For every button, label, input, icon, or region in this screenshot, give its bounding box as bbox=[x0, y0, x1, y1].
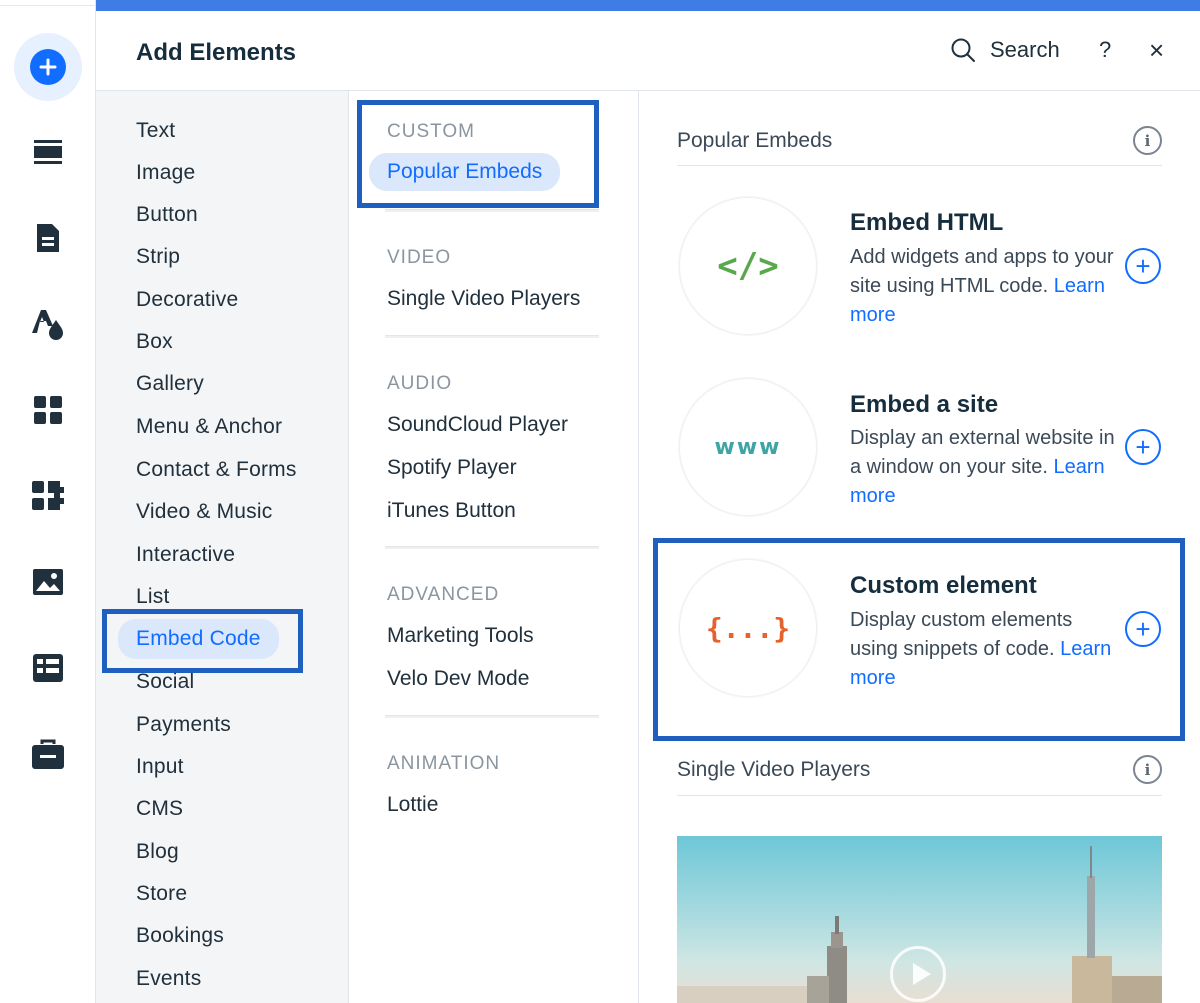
sub-itunes-button[interactable]: iTunes Button bbox=[387, 499, 516, 523]
sub-marketing-tools[interactable]: Marketing Tools bbox=[387, 624, 534, 648]
left-toolbar bbox=[0, 0, 96, 1003]
info-icon[interactable]: i bbox=[1133, 755, 1162, 784]
category-button[interactable]: Button bbox=[136, 203, 198, 227]
sub-soundcloud-player[interactable]: SoundCloud Player bbox=[387, 413, 568, 437]
info-icon[interactable]: i bbox=[1133, 126, 1162, 155]
category-input[interactable]: Input bbox=[136, 755, 184, 779]
search-label: Search bbox=[990, 37, 1060, 62]
design-icon bbox=[32, 310, 63, 340]
category-events[interactable]: Events bbox=[136, 967, 201, 991]
top-accent-bar bbox=[96, 0, 1200, 11]
media-icon bbox=[33, 569, 63, 595]
divider bbox=[385, 209, 599, 212]
sub-velo-dev-mode[interactable]: Velo Dev Mode bbox=[387, 667, 529, 691]
category-blog[interactable]: Blog bbox=[136, 840, 179, 864]
category-social[interactable]: Social bbox=[136, 670, 194, 694]
add-elements-icon bbox=[30, 49, 66, 85]
category-video-music[interactable]: Video & Music bbox=[136, 500, 272, 524]
video-player-preview[interactable] bbox=[677, 836, 1162, 1003]
cms-button[interactable] bbox=[14, 634, 82, 702]
category-store[interactable]: Store bbox=[136, 882, 187, 906]
category-interactive[interactable]: Interactive bbox=[136, 543, 235, 567]
business-apps-icon bbox=[32, 481, 64, 510]
search-button[interactable]: Search bbox=[950, 37, 1060, 63]
divider bbox=[385, 715, 599, 718]
business-apps-button[interactable] bbox=[14, 462, 82, 530]
close-button[interactable]: × bbox=[1149, 35, 1164, 66]
subcategory-list: CUSTOM Popular Embeds VIDEO Single Video… bbox=[349, 91, 639, 1003]
add-embed-html-button[interactable]: + bbox=[1125, 248, 1161, 284]
single-video-players-title: Single Video Players bbox=[677, 758, 871, 781]
rail-top-divider bbox=[0, 0, 96, 6]
pages-icon bbox=[37, 224, 59, 252]
add-elements-button[interactable] bbox=[14, 33, 82, 101]
cms-icon bbox=[33, 654, 63, 682]
category-list: Text Image Button Strip Decorative Box G… bbox=[96, 91, 349, 1003]
play-icon[interactable] bbox=[890, 946, 946, 1002]
divider bbox=[385, 335, 599, 338]
category-text[interactable]: Text bbox=[136, 119, 175, 143]
sub-lottie[interactable]: Lottie bbox=[387, 793, 438, 817]
category-contact-forms[interactable]: Contact & Forms bbox=[136, 458, 297, 482]
category-bookings[interactable]: Bookings bbox=[136, 924, 224, 948]
embed-site-thumbnail: www bbox=[679, 378, 817, 516]
www-icon: www bbox=[714, 434, 782, 460]
category-decorative[interactable]: Decorative bbox=[136, 288, 238, 312]
category-list[interactable]: List bbox=[136, 585, 169, 609]
popular-embeds-title: Popular Embeds bbox=[677, 129, 833, 152]
category-menu-anchor[interactable]: Menu & Anchor bbox=[136, 415, 282, 439]
embed-code-highlight bbox=[102, 609, 303, 673]
category-cms[interactable]: CMS bbox=[136, 797, 183, 821]
category-payments[interactable]: Payments bbox=[136, 713, 231, 737]
section-divider bbox=[677, 795, 1162, 796]
portfolio-button[interactable] bbox=[14, 720, 82, 788]
portfolio-icon bbox=[32, 739, 64, 769]
pages-button[interactable] bbox=[14, 204, 82, 272]
category-gallery[interactable]: Gallery bbox=[136, 372, 204, 396]
apps-button[interactable] bbox=[14, 376, 82, 444]
embed-html-thumbnail: </> bbox=[679, 197, 817, 335]
media-button[interactable] bbox=[14, 548, 82, 616]
search-icon bbox=[951, 38, 975, 62]
panel-header: Add Elements Search ? × bbox=[96, 11, 1200, 91]
section-header-audio: AUDIO bbox=[387, 373, 453, 394]
embed-html-description: Add widgets and apps to your site using … bbox=[850, 243, 1120, 330]
help-button[interactable]: ? bbox=[1099, 37, 1111, 63]
embed-site-title: Embed a site bbox=[850, 391, 999, 418]
sections-button[interactable] bbox=[14, 118, 82, 186]
custom-element-highlight bbox=[653, 538, 1185, 741]
category-box[interactable]: Box bbox=[136, 330, 173, 354]
design-button[interactable] bbox=[14, 290, 82, 358]
sub-single-video-players[interactable]: Single Video Players bbox=[387, 287, 580, 311]
add-embed-site-button[interactable]: + bbox=[1125, 429, 1161, 465]
popular-embeds-highlight bbox=[357, 100, 599, 208]
sections-icon bbox=[34, 140, 62, 164]
code-brackets-icon: </> bbox=[717, 246, 779, 286]
section-header-video: VIDEO bbox=[387, 247, 452, 268]
divider bbox=[385, 546, 599, 549]
apps-icon bbox=[34, 396, 62, 424]
sub-spotify-player[interactable]: Spotify Player bbox=[387, 456, 517, 480]
category-image[interactable]: Image bbox=[136, 161, 195, 185]
section-divider bbox=[677, 165, 1162, 166]
panel-title: Add Elements bbox=[136, 39, 297, 66]
section-header-advanced: ADVANCED bbox=[387, 584, 500, 605]
category-strip[interactable]: Strip bbox=[136, 245, 180, 269]
embed-site-description: Display an external website in a window … bbox=[850, 424, 1120, 511]
embed-html-title: Embed HTML bbox=[850, 209, 1004, 236]
section-header-animation: ANIMATION bbox=[387, 753, 501, 774]
